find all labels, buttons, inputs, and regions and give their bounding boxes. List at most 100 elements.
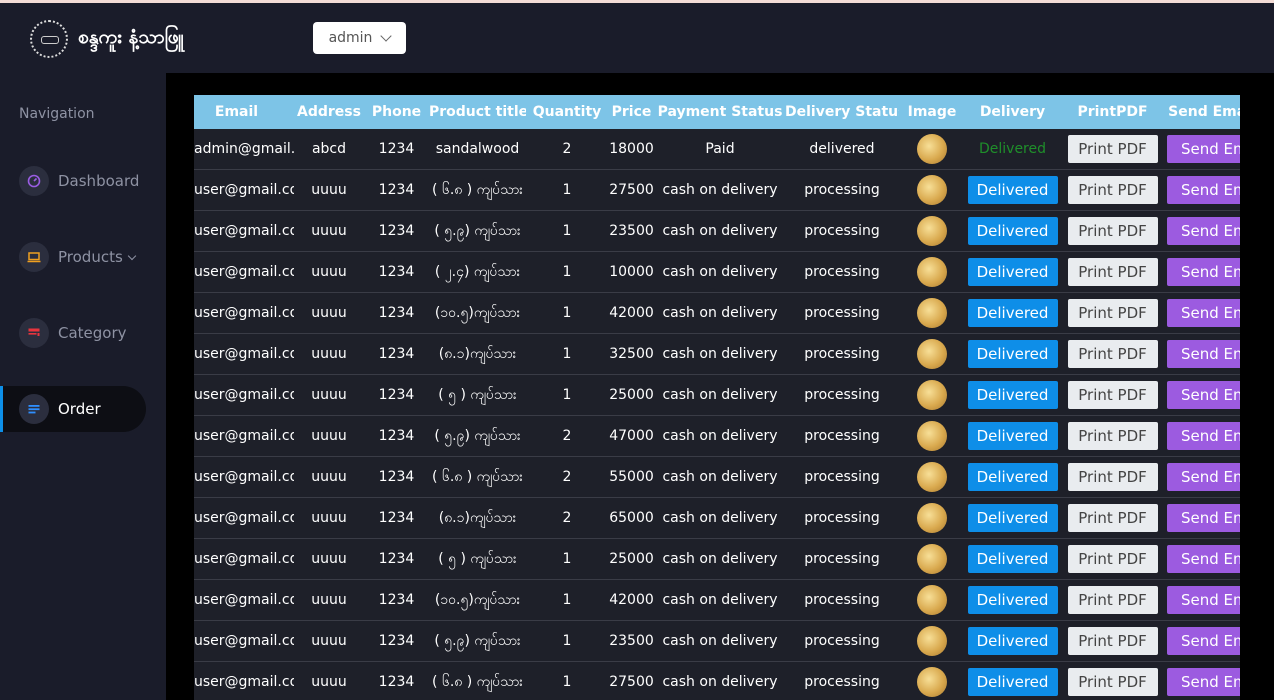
send-email-button[interactable]: Send Email	[1167, 299, 1240, 327]
cell-address: uuuu	[294, 497, 364, 539]
cell-printpdf: Print PDF	[1060, 538, 1165, 580]
logo-seal-icon	[30, 20, 68, 58]
cell-payment-status: cash on delivery	[655, 251, 785, 293]
cell-phone: 1234	[364, 538, 429, 580]
send-email-button[interactable]: Send Email	[1167, 176, 1240, 204]
print-pdf-button[interactable]: Print PDF	[1067, 340, 1158, 368]
table-row: user@gmail.comuuuu1234( ၆.၈ ) ကျပ်သား127…	[194, 169, 1240, 211]
cell-send-email: Send Email	[1165, 333, 1240, 375]
send-email-button[interactable]: Send Email	[1167, 422, 1240, 450]
print-pdf-button[interactable]: Print PDF	[1067, 545, 1158, 573]
cell-phone: 1234	[364, 292, 429, 334]
mark-delivered-button[interactable]: Delivered	[967, 299, 1058, 327]
send-email-button[interactable]: Send Email	[1167, 627, 1240, 655]
cell-email: user@gmail.com	[194, 620, 294, 662]
product-thumbnail	[917, 134, 947, 164]
product-thumbnail	[917, 257, 947, 287]
print-pdf-button[interactable]: Print PDF	[1067, 135, 1158, 163]
mark-delivered-button[interactable]: Delivered	[967, 176, 1058, 204]
column-header-product-title: Product title	[429, 95, 526, 129]
product-thumbnail	[917, 462, 947, 492]
send-email-button[interactable]: Send Email	[1167, 135, 1240, 163]
table-row: user@gmail.comuuuu1234( ၅.၉) ကျပ်သား2470…	[194, 415, 1240, 457]
cell-delivery: Delivered	[965, 497, 1060, 539]
cell-printpdf: Print PDF	[1060, 620, 1165, 662]
column-header-delivery: Delivery	[965, 95, 1060, 129]
send-email-button[interactable]: Send Email	[1167, 258, 1240, 286]
cell-payment-status: cash on delivery	[655, 579, 785, 621]
cell-phone: 1234	[364, 456, 429, 498]
print-pdf-button[interactable]: Print PDF	[1067, 586, 1158, 614]
mark-delivered-button[interactable]: Delivered	[967, 463, 1058, 491]
mark-delivered-button[interactable]: Delivered	[967, 258, 1058, 286]
send-email-button[interactable]: Send Email	[1167, 668, 1240, 696]
brand-logo[interactable]: စန္ဒကူး နံ့သာဖြူ	[30, 17, 210, 61]
sidebar-item-order[interactable]: Order	[0, 386, 146, 432]
send-email-button[interactable]: Send Email	[1167, 340, 1240, 368]
cell-delivery: Delivered	[965, 292, 1060, 334]
cell-product-title: ( ၆.၈ ) ကျပ်သား	[429, 169, 526, 211]
cell-phone: 1234	[364, 210, 429, 252]
table-header-row: Email Address Phone Product title Quanti…	[194, 95, 1240, 129]
send-email-button[interactable]: Send Email	[1167, 217, 1240, 245]
column-header-address: Address	[294, 95, 364, 129]
cell-delivery: Delivered	[965, 333, 1060, 375]
orders-table-scroll[interactable]: Email Address Phone Product title Quanti…	[194, 95, 1240, 700]
cell-price: 55000	[608, 456, 655, 498]
cell-quantity: 2	[526, 415, 608, 457]
cell-image	[899, 456, 965, 498]
column-header-email: Email	[194, 95, 294, 129]
cell-printpdf: Print PDF	[1060, 129, 1165, 170]
mark-delivered-button[interactable]: Delivered	[967, 504, 1058, 532]
cell-quantity: 1	[526, 538, 608, 580]
cell-image	[899, 579, 965, 621]
send-email-button[interactable]: Send Email	[1167, 586, 1240, 614]
cell-product-title: ( ၅ ) ကျပ်သား	[429, 538, 526, 580]
cell-quantity: 1	[526, 374, 608, 416]
send-email-button[interactable]: Send Email	[1167, 545, 1240, 573]
table-row: user@gmail.comuuuu1234( ၅ ) ကျပ်သား12500…	[194, 538, 1240, 580]
sidebar-item-category[interactable]: Category	[0, 310, 146, 356]
mark-delivered-button[interactable]: Delivered	[967, 586, 1058, 614]
print-pdf-button[interactable]: Print PDF	[1067, 668, 1158, 696]
laptop-icon	[19, 242, 49, 272]
mark-delivered-button[interactable]: Delivered	[967, 217, 1058, 245]
cell-phone: 1234	[364, 415, 429, 457]
cell-delivery-status: processing	[785, 210, 899, 252]
send-email-button[interactable]: Send Email	[1167, 463, 1240, 491]
cell-quantity: 1	[526, 292, 608, 334]
mark-delivered-button[interactable]: Delivered	[967, 627, 1058, 655]
cell-email: user@gmail.com	[194, 251, 294, 293]
print-pdf-button[interactable]: Print PDF	[1067, 217, 1158, 245]
cell-email: user@gmail.com	[194, 538, 294, 580]
send-email-button[interactable]: Send Email	[1167, 381, 1240, 409]
column-header-send-email: Send Email	[1165, 95, 1240, 129]
print-pdf-button[interactable]: Print PDF	[1067, 381, 1158, 409]
mark-delivered-button[interactable]: Delivered	[967, 381, 1058, 409]
print-pdf-button[interactable]: Print PDF	[1067, 504, 1158, 532]
sidebar-item-products[interactable]: Products	[0, 234, 146, 280]
user-dropdown[interactable]: admin	[313, 22, 406, 54]
cell-product-title: ( ၆.၈ ) ကျပ်သား	[429, 661, 526, 700]
cell-image	[899, 538, 965, 580]
sidebar-item-dashboard[interactable]: Dashboard	[0, 158, 146, 204]
print-pdf-button[interactable]: Print PDF	[1067, 299, 1158, 327]
cell-send-email: Send Email	[1165, 620, 1240, 662]
mark-delivered-button[interactable]: Delivered	[967, 668, 1058, 696]
cell-address: uuuu	[294, 620, 364, 662]
mark-delivered-button[interactable]: Delivered	[967, 545, 1058, 573]
cell-printpdf: Print PDF	[1060, 333, 1165, 375]
print-pdf-button[interactable]: Print PDF	[1067, 627, 1158, 655]
mark-delivered-button[interactable]: Delivered	[967, 422, 1058, 450]
product-thumbnail	[917, 175, 947, 205]
mark-delivered-button[interactable]: Delivered	[967, 340, 1058, 368]
send-email-button[interactable]: Send Email	[1167, 504, 1240, 532]
cell-printpdf: Print PDF	[1060, 374, 1165, 416]
print-pdf-button[interactable]: Print PDF	[1067, 176, 1158, 204]
cell-address: uuuu	[294, 661, 364, 700]
cell-product-title: ( ၅.၉) ကျပ်သား	[429, 620, 526, 662]
print-pdf-button[interactable]: Print PDF	[1067, 258, 1158, 286]
print-pdf-button[interactable]: Print PDF	[1067, 463, 1158, 491]
print-pdf-button[interactable]: Print PDF	[1067, 422, 1158, 450]
table-row: user@gmail.comuuuu1234(၈.၁)ကျပ်သား132500…	[194, 333, 1240, 375]
